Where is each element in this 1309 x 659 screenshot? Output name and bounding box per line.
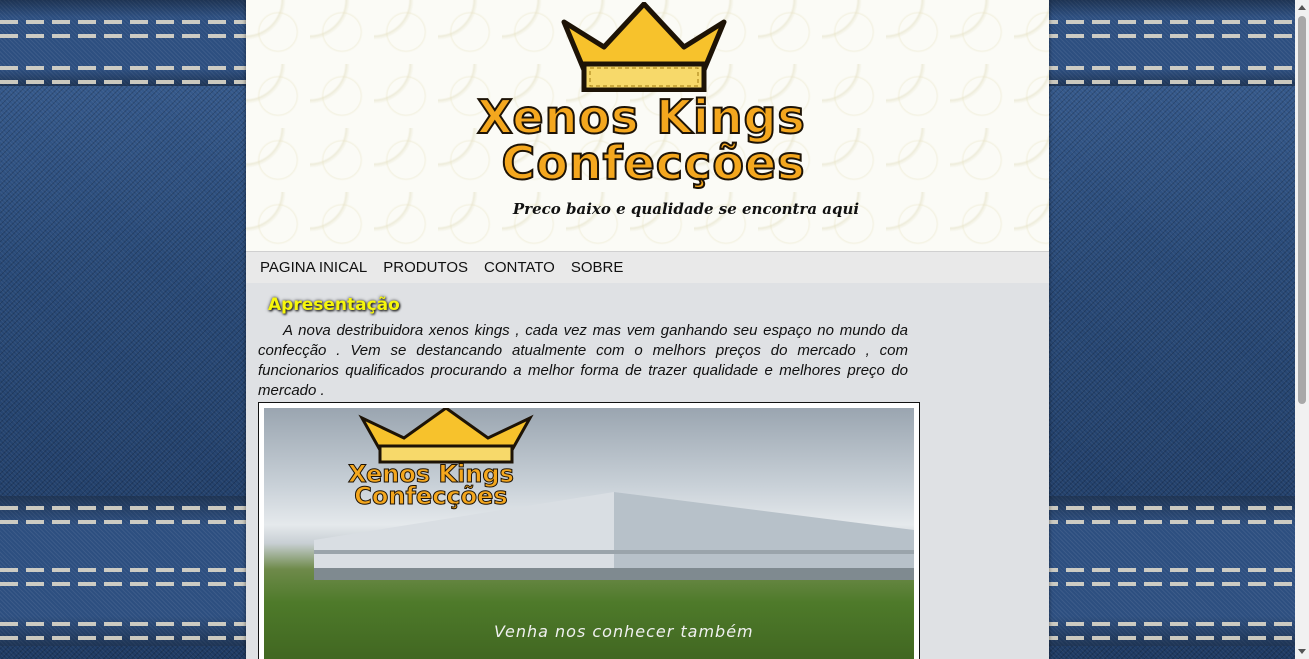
header-tagline: Preco baixo e qualidade se encontra aqui <box>512 200 860 218</box>
main-content: Apresentação A nova destribuidora xenos … <box>246 283 1049 659</box>
section-title: Apresentação <box>268 295 400 315</box>
nav-item-sobre[interactable]: SOBRE <box>571 259 624 276</box>
main-nav: PAGINA INICAL PRODUTOS CONTATO SOBRE <box>246 252 1049 283</box>
photo-caption: Venha nos conhecer também <box>494 622 754 641</box>
scroll-down-icon[interactable] <box>1298 649 1306 654</box>
photo-logo-line2: Confecções <box>354 482 508 511</box>
scrollbar-thumb[interactable] <box>1298 16 1306 404</box>
intro-paragraph: A nova destribuidora xenos kings , cada … <box>258 322 908 399</box>
nav-item-home[interactable]: PAGINA INICAL <box>260 259 367 276</box>
site-header: Xenos Kings Confecções Preco baixo e qua… <box>246 0 1049 252</box>
photo-crown-icon <box>358 408 534 464</box>
crown-logo-icon <box>561 2 727 92</box>
page-container: Xenos Kings Confecções Preco baixo e qua… <box>246 0 1049 659</box>
nav-item-contato[interactable]: CONTATO <box>484 259 555 276</box>
brand-name-line2: Confecções <box>500 135 806 191</box>
store-photo: Xenos Kings Confecções Venha nos conhece… <box>264 408 914 659</box>
photo-frame: Xenos Kings Confecções Venha nos conhece… <box>258 402 920 659</box>
photo-logo: Xenos Kings Confecções <box>286 408 576 511</box>
nav-item-produtos[interactable]: PRODUTOS <box>383 259 468 276</box>
page-scrollbar[interactable] <box>1295 0 1309 659</box>
scroll-up-icon[interactable] <box>1298 5 1306 10</box>
